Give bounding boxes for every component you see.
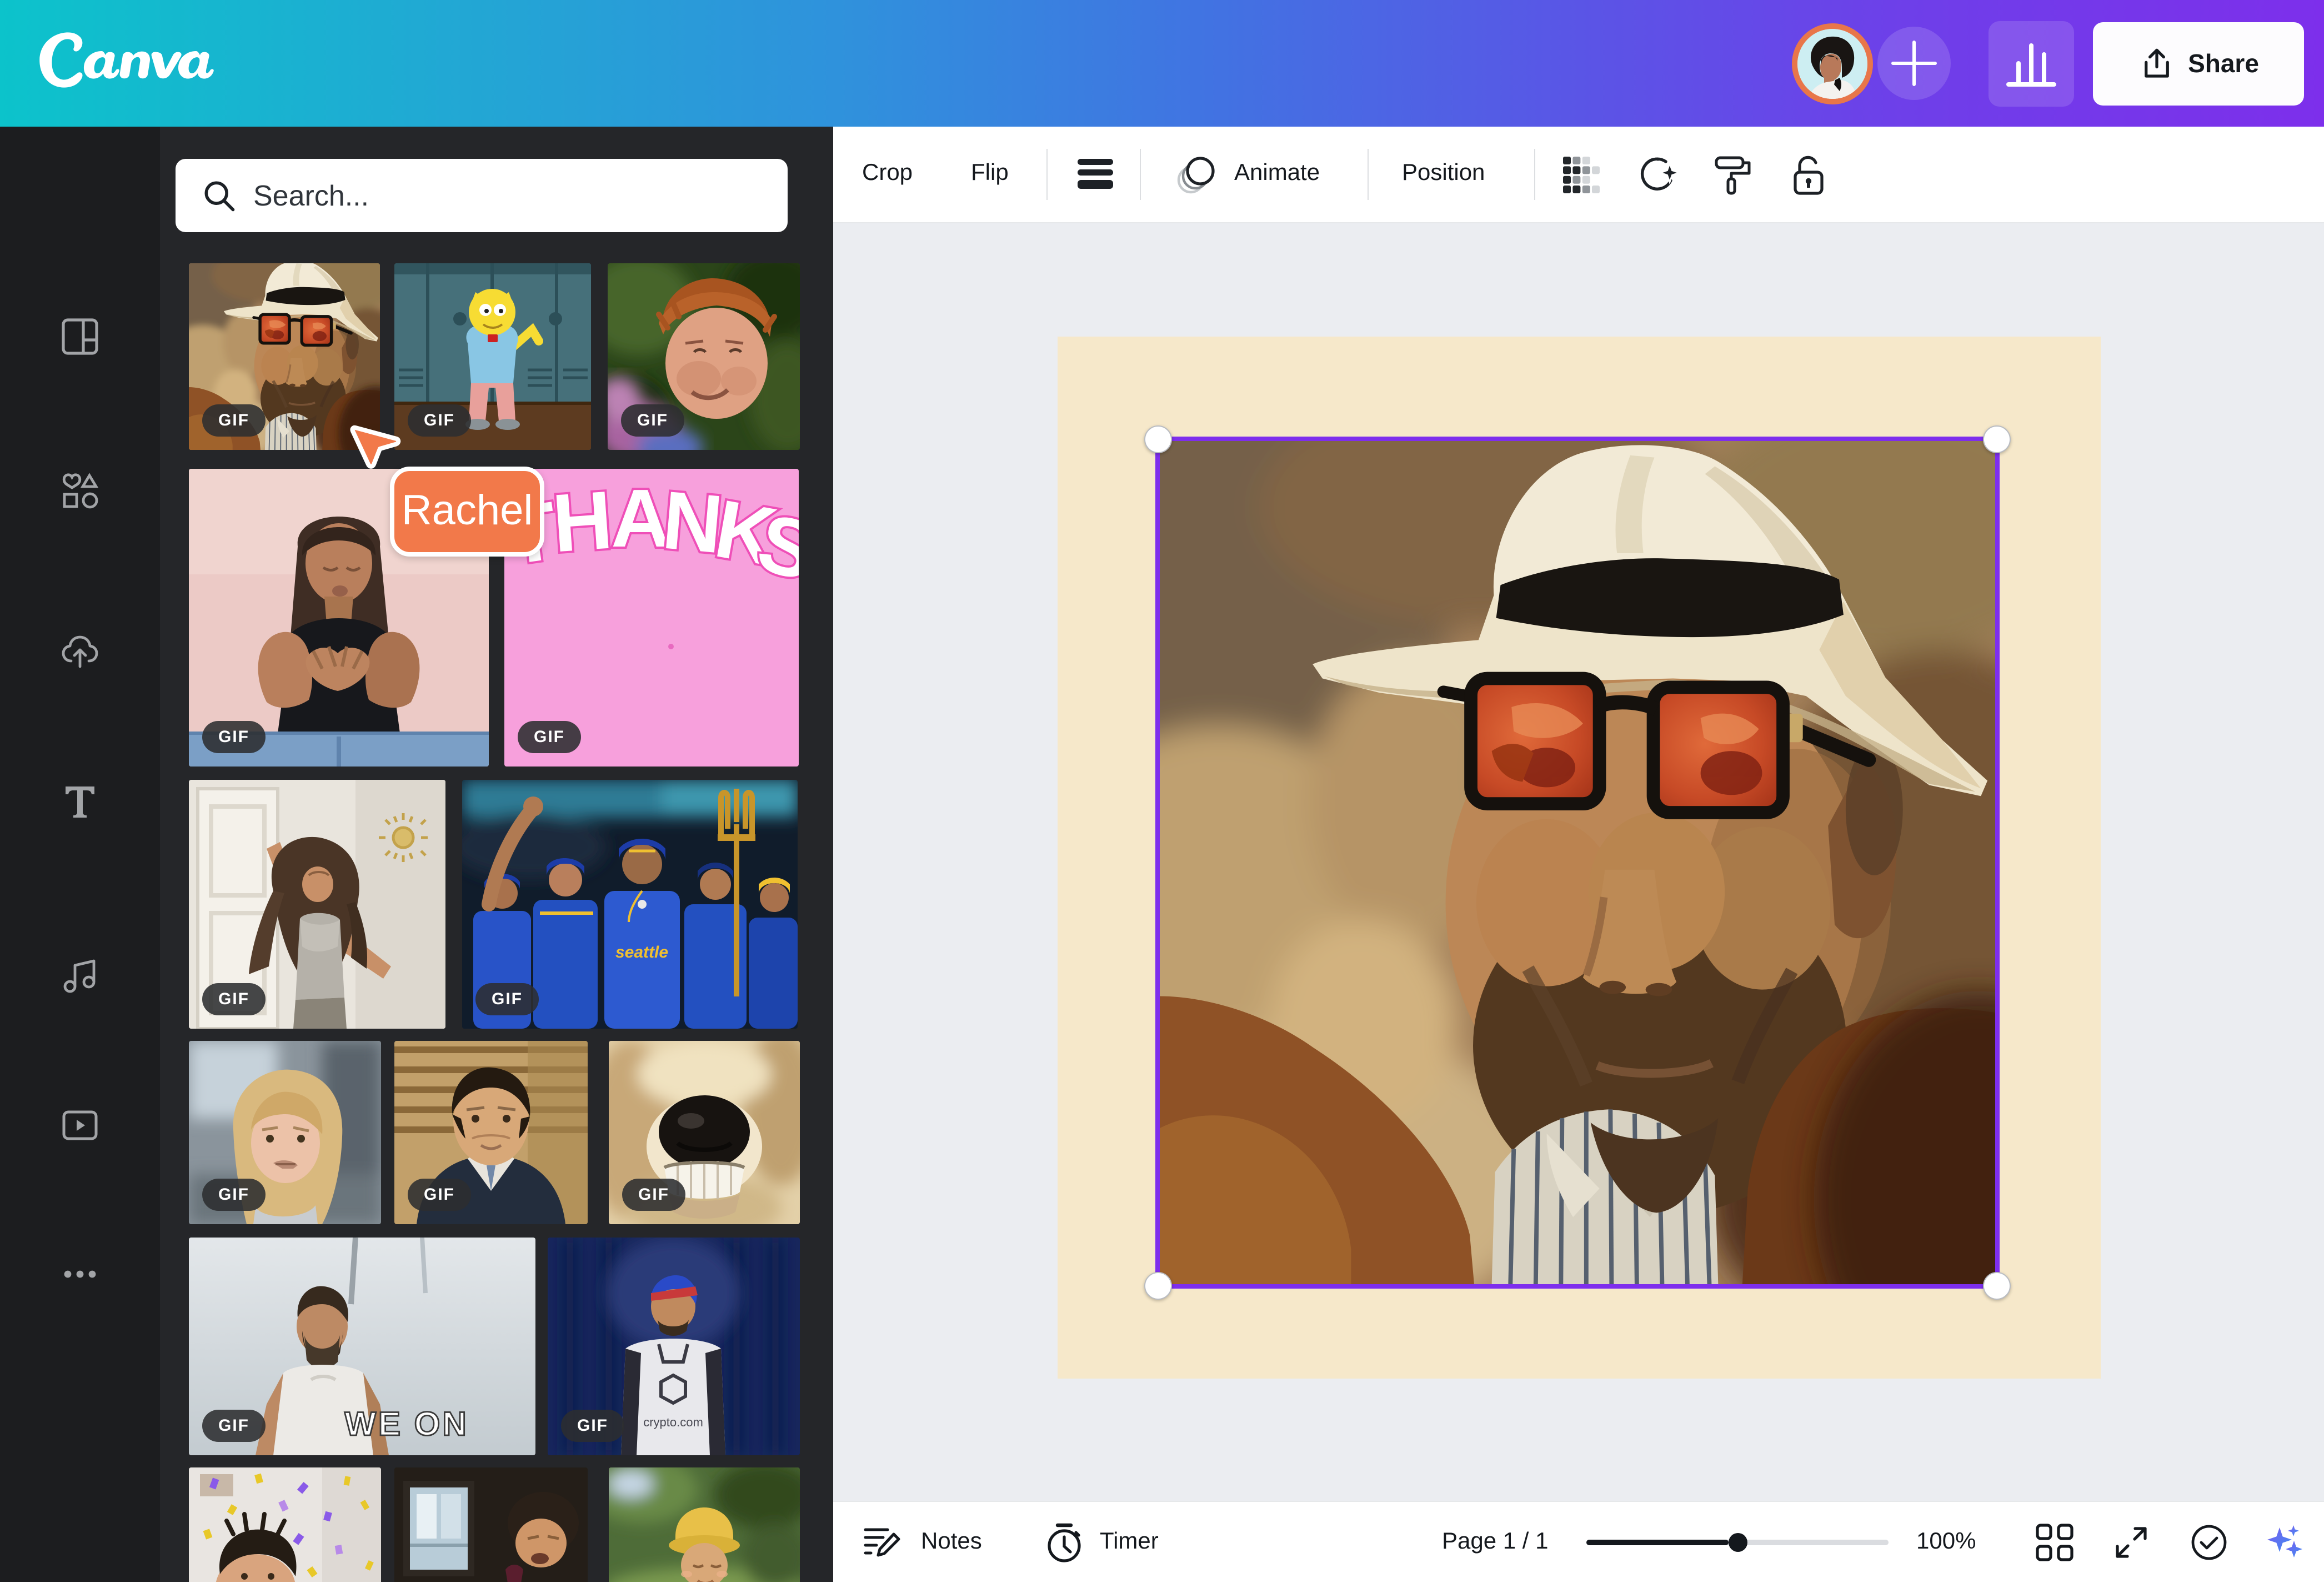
svg-text:H: H (550, 474, 615, 569)
svg-text:crypto.com: crypto.com (643, 1415, 703, 1429)
svg-text:seattle: seattle (615, 943, 668, 961)
svg-text:WE ON: WE ON (344, 1405, 468, 1442)
